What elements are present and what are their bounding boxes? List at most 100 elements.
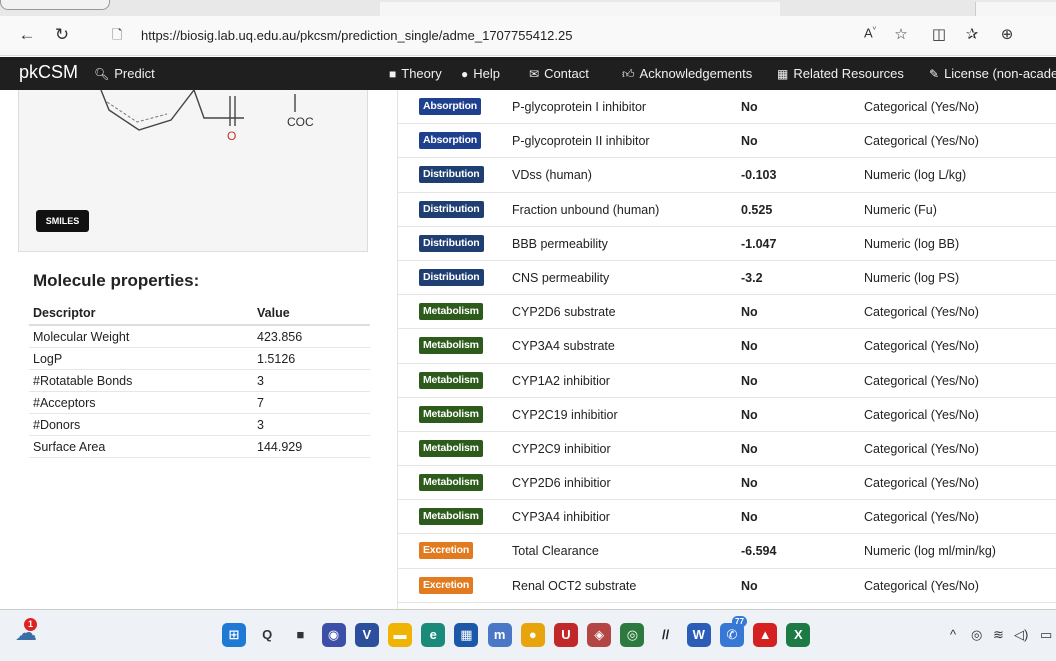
value-cell: 1.5126 <box>253 347 370 370</box>
predicted-value: No <box>741 476 758 491</box>
url-text[interactable]: https://biosig.lab.uq.edu.au/pkcsm/predi… <box>141 28 572 43</box>
media-icon[interactable]: ◈ <box>587 623 612 647</box>
slash-app-icon[interactable]: // <box>654 623 678 647</box>
task-view-icon[interactable]: ■ <box>288 623 312 647</box>
favorites-list-icon[interactable]: ✰ <box>961 25 983 43</box>
category-badge: Metabolism <box>419 474 483 492</box>
predicted-value: -1.047 <box>741 236 777 251</box>
edge-browser-icon[interactable]: e <box>421 623 446 647</box>
url-field[interactable]: 🗋 https://biosig.lab.uq.edu.au/pkcsm/pre… <box>104 23 584 49</box>
file-explorer-icon[interactable]: ▬ <box>388 623 412 647</box>
nav-help[interactable]: ● Help <box>461 66 500 81</box>
property-name: CYP1A2 inhibitior <box>512 373 610 388</box>
predicted-value: No <box>741 407 758 422</box>
nav-related-resources[interactable]: ▦ Related Resources <box>777 66 904 81</box>
nav-acknowledgements[interactable]: 👍︎ Acknowledgements <box>622 66 752 82</box>
value-cell: 144.929 <box>253 435 370 458</box>
prediction-row: Distribution Fraction unbound (human) 0.52… <box>398 193 1056 227</box>
whatsapp-unread-badge: 77 <box>732 616 747 627</box>
value-unit: Categorical (Yes/No) <box>864 578 979 593</box>
molecule-properties-table: Descriptor Value Molecular Weight 423.856… <box>29 300 370 458</box>
calendar-icon[interactable]: ▦ <box>454 623 479 647</box>
site-brand[interactable]: pkCSM <box>19 62 78 83</box>
property-name: CYP2D6 substrate <box>512 305 616 320</box>
column-header: Value <box>253 300 370 326</box>
chrome-icon[interactable]: ● <box>520 623 545 647</box>
value-unit: Categorical (Yes/No) <box>864 339 979 354</box>
battery-icon[interactable]: ▭ <box>1040 627 1052 643</box>
windows-taskbar: ☁ 1 ^ ◎ ≋ ◁) ▭ ⊞ Q ■ ◉ V ▬ e ▦ m ● U ◈ ◎//W ✆ ▲ X 77 <box>0 610 1056 661</box>
excel-icon[interactable]: X <box>786 623 811 647</box>
nav-acknowledgements-label: Acknowledgements <box>639 66 753 81</box>
nav-theory[interactable]: ■ Theory <box>389 66 442 81</box>
value-unit: Categorical (Yes/No) <box>864 373 979 388</box>
value-cell: 423.856 <box>253 325 370 348</box>
prediction-row: Metabolism CYP3A4 substrate No Categorical … <box>398 329 1056 364</box>
network-status-icon[interactable]: ◎ <box>971 627 982 643</box>
refresh-icon[interactable]: ↻ <box>51 24 73 46</box>
read-aloud-icon[interactable]: Aⱽ <box>859 25 881 40</box>
nav-predict[interactable]: 🔍︎ Predict <box>94 66 155 81</box>
property-name: CYP2C19 inhibitior <box>512 407 618 422</box>
smiles-button[interactable]: SMILES <box>36 210 89 232</box>
browser-tab[interactable] <box>380 2 780 16</box>
predicted-value: No <box>741 339 758 354</box>
shield-app-icon[interactable]: U <box>554 623 578 647</box>
value-unit: Categorical (Yes/No) <box>864 100 979 114</box>
chat-icon[interactable]: ◉ <box>321 623 346 647</box>
table-row: #Rotatable Bonds 3 <box>29 369 370 392</box>
nav-theory-label: Theory <box>401 66 442 81</box>
property-name: P-glycoprotein II inhibitor <box>512 134 650 149</box>
molecule-structure-panel: O COC SMILES <box>18 90 368 252</box>
envelope-icon: ✉ <box>529 67 540 81</box>
prediction-row: Metabolism CYP1A2 inhibitior No Categorical… <box>398 364 1056 398</box>
column-header: Descriptor <box>29 300 253 326</box>
mypharma-icon[interactable]: m <box>487 623 512 647</box>
nav-contact[interactable]: ✉ Contact <box>529 66 589 81</box>
coc-label: COC <box>287 115 314 129</box>
predicted-value: No <box>741 305 758 320</box>
show-hidden-icons-icon[interactable]: ^ <box>950 627 956 642</box>
start-icon[interactable]: ⊞ <box>222 623 246 647</box>
category-badge: Excretion <box>419 542 474 560</box>
vpn-icon[interactable]: ◎ <box>620 623 645 647</box>
property-name: Fraction unbound (human) <box>512 202 660 217</box>
app-icon[interactable]: V <box>354 623 379 647</box>
prediction-row: Excretion Total Clearance -6.594 Numeric (l… <box>398 534 1056 569</box>
word-icon[interactable]: W <box>686 623 711 647</box>
prediction-row: Metabolism CYP2C9 inhibitior No Categorical… <box>398 432 1056 467</box>
category-badge: Distribution <box>419 234 484 252</box>
browser-tab[interactable] <box>0 0 110 10</box>
descriptor-cell: #Acceptors <box>29 391 253 414</box>
category-badge: Absorption <box>419 132 481 150</box>
nav-license[interactable]: ✎ License (non-acader <box>929 66 1056 81</box>
collections-icon[interactable]: ⊕ <box>996 25 1018 43</box>
nav-related-resources-label: Related Resources <box>793 66 904 81</box>
prediction-row: Metabolism CYP2D6 inhibitior No Categorical… <box>398 466 1056 501</box>
category-badge: Metabolism <box>419 405 483 423</box>
site-navbar: pkCSM 🔍︎ Predict ■ Theory ● Help ✉ Contact 👍… <box>0 57 1056 90</box>
back-arrow-icon[interactable]: ← <box>16 24 38 46</box>
volume-icon[interactable]: ◁) <box>1014 627 1028 643</box>
prediction-row: Absorption P-glycoprotein II inhibitor No C… <box>398 124 1056 159</box>
value-unit: Categorical (Yes/No) <box>864 510 979 525</box>
site-info-icon[interactable]: 🗋 <box>112 26 122 48</box>
search-icon: 🔍︎ <box>94 67 110 81</box>
descriptor-cell: LogP <box>29 347 253 370</box>
predicted-value: 0.525 <box>741 202 773 217</box>
category-badge: Metabolism <box>419 508 483 526</box>
wifi-icon[interactable]: ≋ <box>993 627 1004 643</box>
value-unit: Categorical (Yes/No) <box>864 305 979 320</box>
table-row: Molecular Weight 423.856 <box>29 325 370 348</box>
pencil-icon: ✎ <box>929 67 940 81</box>
category-badge: Metabolism <box>419 439 483 457</box>
search-icon[interactable]: Q <box>255 623 279 647</box>
browser-tab[interactable] <box>975 2 1056 16</box>
category-badge: Metabolism <box>419 371 483 389</box>
value-unit: Categorical (Yes/No) <box>864 134 979 149</box>
bank-icon[interactable]: ▲ <box>753 623 778 647</box>
predicted-value: -6.594 <box>741 544 777 559</box>
split-screen-icon[interactable]: ◫ <box>928 25 950 43</box>
favorite-star-icon[interactable]: ☆ <box>890 25 912 43</box>
predicted-value: No <box>741 578 758 593</box>
